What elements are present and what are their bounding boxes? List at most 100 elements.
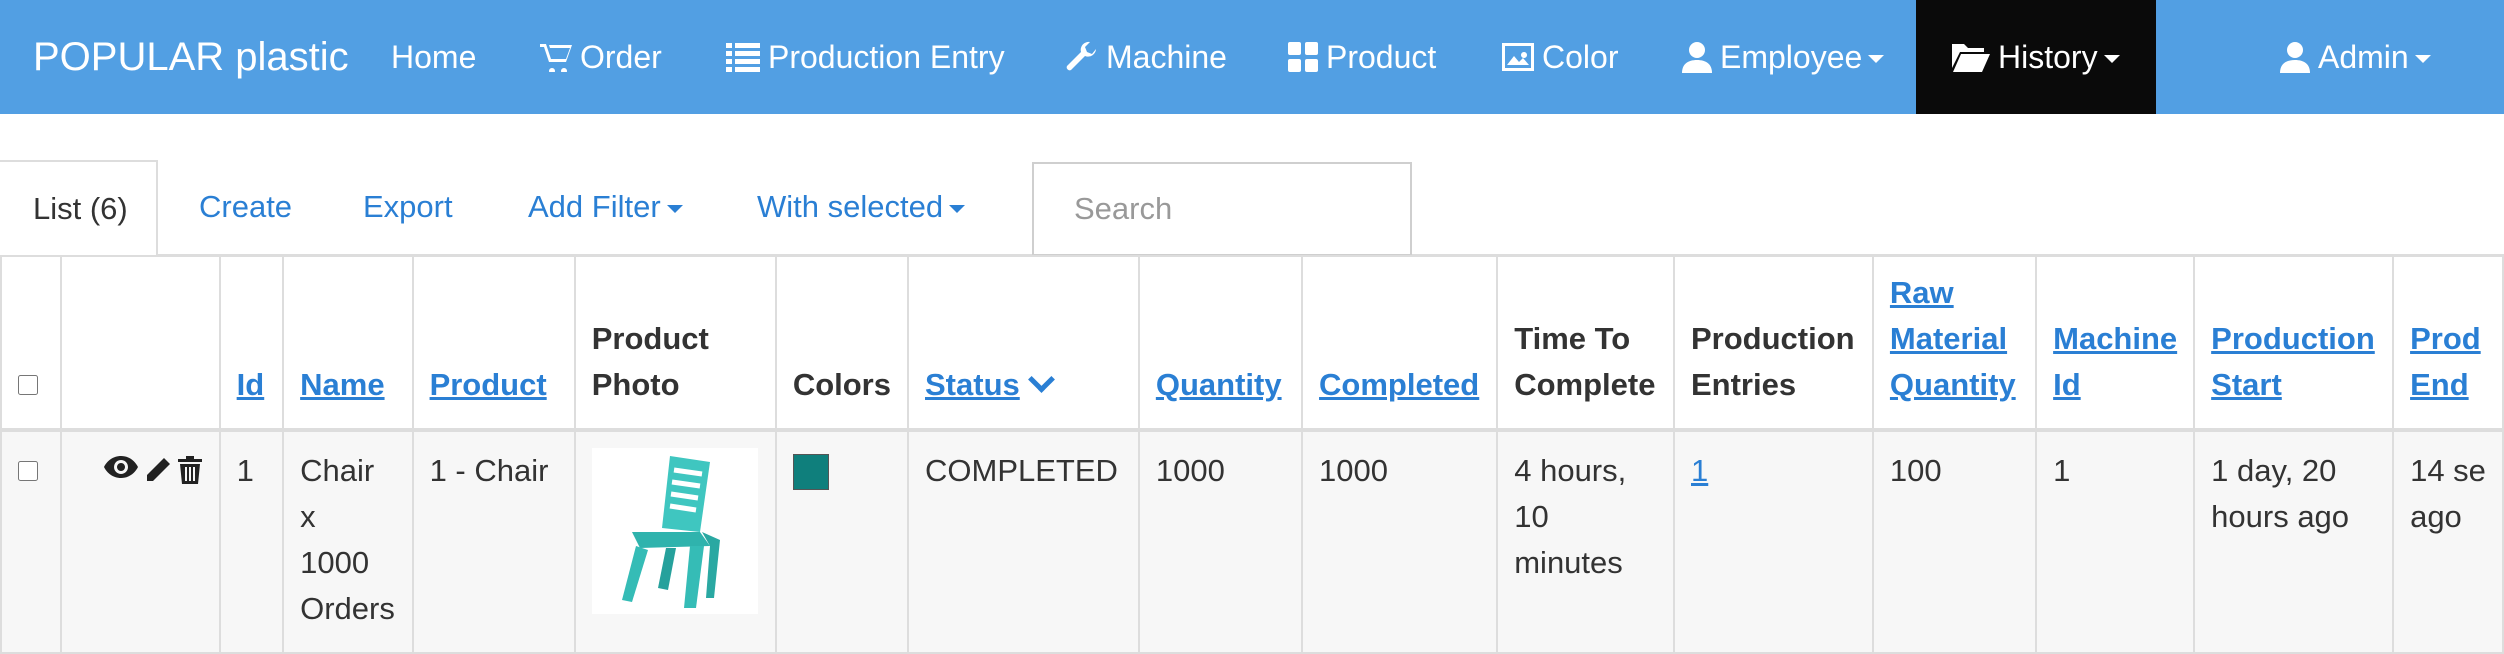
cell-production-entries: 1 xyxy=(1673,429,1874,654)
header-text: Id xyxy=(2053,367,2081,402)
column-header-raw-material-quantity: Raw Material Quantity xyxy=(1871,255,2038,432)
nav-product[interactable]: Product xyxy=(1288,0,1436,114)
eye-icon[interactable] xyxy=(103,456,138,478)
column-header-production-entries: Production Entries xyxy=(1673,255,1874,432)
column-header-id: Id xyxy=(218,255,285,432)
header-text: Time To xyxy=(1514,321,1631,356)
header-text: Product xyxy=(591,321,709,356)
cell-end-line: ago xyxy=(2410,499,2462,534)
cell-end-line: 14 se xyxy=(2410,453,2486,488)
cell-production-end: 14 se ago xyxy=(2392,429,2504,654)
nav-home-label: Home xyxy=(391,38,477,75)
sort-quantity-link[interactable]: Quantity xyxy=(1156,367,1282,402)
sort-machine-id-link[interactable]: Machine Id xyxy=(2053,316,2177,408)
column-header-completed: Completed xyxy=(1301,255,1499,432)
column-header-production-end: Prod End xyxy=(2392,255,2504,432)
user-icon xyxy=(1682,42,1712,73)
table-row: 1 Chair x 1000 Orders 1 - Chair COMPLETE… xyxy=(0,429,2504,654)
folder-open-icon xyxy=(1952,44,1990,72)
nav-employee-label: Employee xyxy=(1720,38,1863,75)
chair-product-photo[interactable] xyxy=(591,448,758,614)
search-input[interactable] xyxy=(1032,162,1412,256)
cell-name: Chair x 1000 Orders xyxy=(282,429,414,654)
column-header-name: Name xyxy=(282,255,414,432)
nav-production-entry-label: Production Entry xyxy=(768,38,1005,75)
header-text: Entries xyxy=(1691,367,1797,402)
header-text: Production xyxy=(1691,321,1855,356)
header-text: Production xyxy=(2211,321,2375,356)
cell-time-to-complete: 4 hours, 10 minutes xyxy=(1496,429,1675,654)
sort-production-start-link[interactable]: Production Start xyxy=(2211,316,2376,408)
sort-completed-link[interactable]: Completed xyxy=(1319,367,1479,402)
column-header-production-start: Production Start xyxy=(2193,255,2395,432)
row-actions-cell xyxy=(59,429,221,654)
nav-order[interactable]: Order xyxy=(540,0,662,114)
sort-raw-material-link[interactable]: Raw Material Quantity xyxy=(1890,270,2019,408)
tab-export[interactable]: Export xyxy=(363,160,453,254)
nav-order-label: Order xyxy=(580,38,662,75)
color-swatch[interactable] xyxy=(792,454,829,490)
column-header-product-photo: Product Photo xyxy=(573,255,777,432)
column-header-product: Product xyxy=(411,255,576,432)
cell-quantity: 1000 xyxy=(1137,429,1304,654)
select-all-checkbox[interactable] xyxy=(18,375,38,395)
cell-production-start: 1 day, 20 hours ago xyxy=(2193,429,2395,654)
caret-down-icon xyxy=(2103,55,2120,63)
caret-down-icon xyxy=(1868,55,1885,63)
list-icon xyxy=(726,43,760,72)
nav-employee-dropdown[interactable]: Employee xyxy=(1682,0,1885,114)
column-header-machine-id: Machine Id xyxy=(2035,255,2196,432)
sort-name-link[interactable]: Name xyxy=(300,367,384,402)
column-header-quantity: Quantity xyxy=(1137,255,1304,432)
row-checkbox[interactable] xyxy=(18,461,38,481)
column-header-colors: Colors xyxy=(774,255,910,432)
sort-production-end-link[interactable]: Prod End xyxy=(2410,316,2486,408)
cell-name-line: Chair x xyxy=(300,453,375,534)
user-icon xyxy=(2280,42,2310,73)
nav-machine[interactable]: Machine xyxy=(1066,0,1227,114)
cell-name-line: Orders xyxy=(300,591,395,626)
cell-start-line: 1 day, 20 xyxy=(2211,453,2337,488)
row-select-cell xyxy=(0,429,62,654)
caret-down-icon xyxy=(2414,55,2431,63)
nav-history-label: History xyxy=(1998,38,2098,75)
header-text: Raw xyxy=(1889,275,1954,310)
tab-list[interactable]: List (6) xyxy=(0,160,158,256)
production-entries-link[interactable]: 1 xyxy=(1691,453,1708,488)
column-header-time-to-complete: Time To Complete xyxy=(1496,255,1675,432)
header-text: End xyxy=(2410,367,2469,402)
add-filter-label: Add Filter xyxy=(528,189,661,224)
with-selected-dropdown[interactable]: With selected xyxy=(757,160,966,254)
nav-admin-label: Admin xyxy=(2318,38,2409,75)
sort-id-link[interactable]: Id xyxy=(237,367,265,402)
cell-time-line: 10 xyxy=(1514,499,1549,534)
sort-desc-chevron-icon xyxy=(1027,366,1055,393)
tab-create[interactable]: Create xyxy=(199,160,292,254)
cell-time-line: minutes xyxy=(1514,545,1623,580)
add-filter-dropdown[interactable]: Add Filter xyxy=(528,160,683,254)
sort-status-link[interactable]: Status xyxy=(925,367,1020,402)
nav-production-entry[interactable]: Production Entry xyxy=(726,0,1005,114)
brand-logo[interactable]: POPULAR plastic xyxy=(33,0,349,114)
sort-product-link[interactable]: Product xyxy=(430,367,547,402)
caret-down-icon xyxy=(949,205,966,213)
top-navbar: POPULAR plastic Home Order Production En… xyxy=(0,0,2504,114)
header-text: Prod xyxy=(2410,321,2481,356)
wrench-icon xyxy=(1066,41,1096,71)
nav-product-label: Product xyxy=(1326,38,1437,75)
nav-history-dropdown[interactable]: History xyxy=(1916,0,2156,114)
cell-name-line: 1000 xyxy=(300,545,370,580)
nav-admin-dropdown[interactable]: Admin xyxy=(2280,0,2431,114)
with-selected-label: With selected xyxy=(757,189,944,224)
cell-colors xyxy=(774,429,910,654)
trash-icon[interactable] xyxy=(177,456,202,484)
header-text: Material xyxy=(1889,321,2008,356)
pencil-icon[interactable] xyxy=(144,456,172,484)
nav-home[interactable]: Home xyxy=(391,0,476,114)
grid-icon xyxy=(1288,42,1318,72)
actions-header xyxy=(59,255,221,432)
nav-color[interactable]: Color xyxy=(1502,0,1618,114)
cell-start-line: hours ago xyxy=(2211,499,2350,534)
header-text: Start xyxy=(2211,367,2282,402)
cell-machine-id: 1 xyxy=(2035,429,2196,654)
